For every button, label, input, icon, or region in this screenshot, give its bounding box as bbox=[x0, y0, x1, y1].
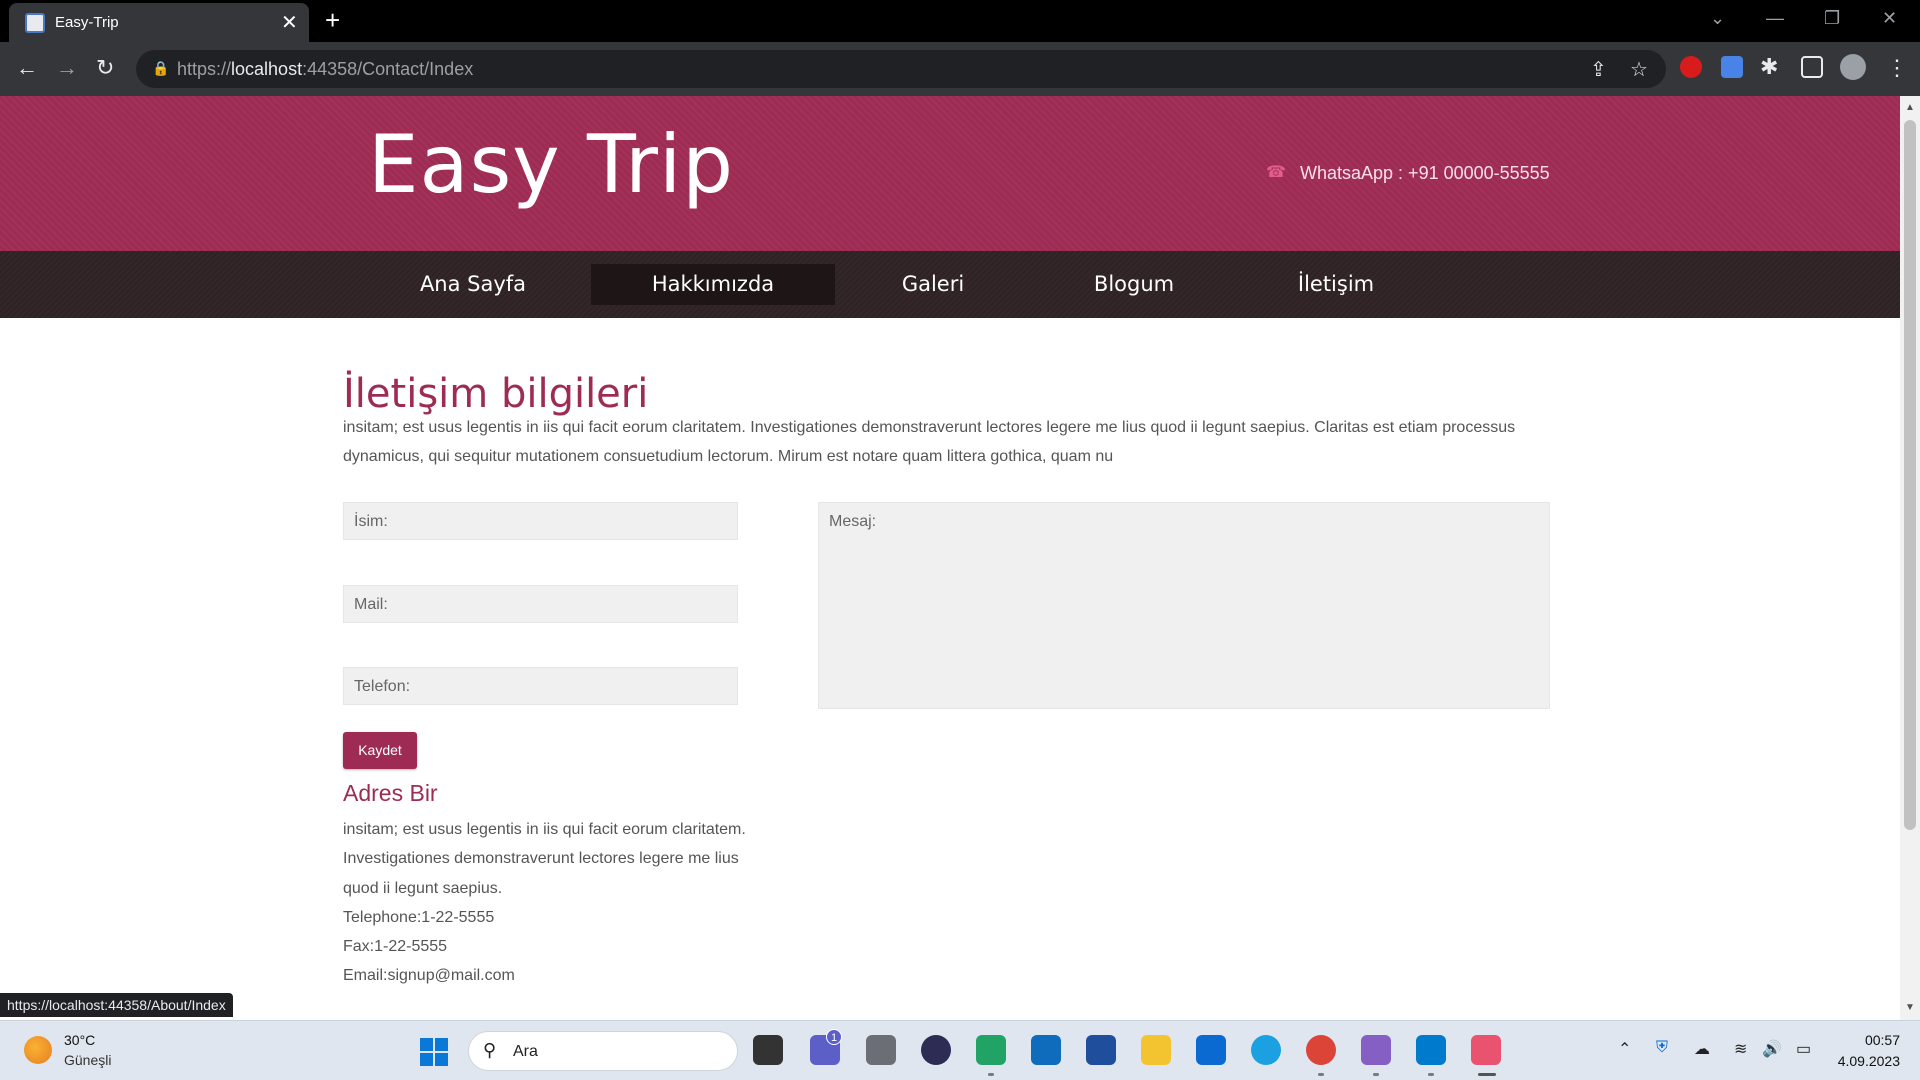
visual-studio-icon[interactable] bbox=[1361, 1035, 1391, 1065]
nav-contact[interactable]: İletişim bbox=[1290, 251, 1382, 318]
show-hidden-icons-chevron-icon[interactable]: ⌃ bbox=[1618, 1039, 1631, 1059]
search-placeholder: Ara bbox=[513, 1043, 538, 1060]
profile-avatar[interactable] bbox=[1840, 54, 1866, 80]
phone-icon: ☎ bbox=[1266, 164, 1286, 181]
browser-tab[interactable]: Easy-Trip ✕ bbox=[9, 3, 309, 42]
security-shield-icon[interactable]: ⛨ bbox=[1656, 1039, 1668, 1057]
page-viewport: Easy Trip ☎ WhatsaApp : +91 00000-55555 … bbox=[0, 96, 1900, 1020]
running-indicator bbox=[1318, 1073, 1324, 1076]
browser-toolbar: ← → ↻ 🔒 https://localhost:44358/Contact/… bbox=[0, 42, 1920, 96]
extensions-puzzle-icon[interactable]: ✱ bbox=[1760, 54, 1778, 80]
clock-date[interactable]: 4.09.2023 bbox=[1832, 1053, 1900, 1069]
snipping-tool-icon[interactable] bbox=[1471, 1035, 1501, 1065]
running-indicator bbox=[1373, 1073, 1379, 1076]
forward-icon[interactable]: → bbox=[56, 55, 78, 81]
mail-icon[interactable] bbox=[1031, 1035, 1061, 1065]
minimize-icon[interactable]: — bbox=[1766, 8, 1784, 29]
calculator-icon[interactable] bbox=[866, 1035, 896, 1065]
address-details: insitam; est usus legentis in iis qui fa… bbox=[343, 815, 763, 991]
mail-input[interactable]: Mail: bbox=[343, 585, 738, 623]
volume-icon[interactable]: 🔊 bbox=[1762, 1039, 1782, 1059]
back-icon[interactable]: ← bbox=[16, 55, 38, 81]
file-explorer-icon[interactable] bbox=[1141, 1035, 1171, 1065]
edge-icon[interactable] bbox=[1251, 1035, 1281, 1065]
wifi-icon[interactable]: ≋ bbox=[1734, 1039, 1747, 1059]
lock-icon[interactable]: 🔒 bbox=[152, 60, 169, 77]
vscode-icon[interactable] bbox=[1416, 1035, 1446, 1065]
adblock-extension-icon[interactable] bbox=[1680, 56, 1702, 78]
tab-title: Easy-Trip bbox=[55, 14, 119, 31]
name-input[interactable]: İsim: bbox=[343, 502, 738, 540]
link-status-bubble: https://localhost:44358/About/Index bbox=[0, 993, 233, 1017]
url-text: https://localhost:44358/Contact/Index bbox=[177, 59, 474, 79]
onedrive-cloud-icon[interactable]: ☁ bbox=[1694, 1039, 1710, 1059]
page-favicon-icon bbox=[25, 13, 45, 33]
contact-intro: insitam; est usus legentis in iis qui fa… bbox=[343, 419, 1516, 465]
scroll-down-icon[interactable]: ▼ bbox=[1905, 1002, 1915, 1013]
excel-like-app-icon[interactable] bbox=[976, 1035, 1006, 1065]
browser-menu-icon[interactable]: ⋮ bbox=[1886, 55, 1908, 81]
close-window-icon[interactable]: ✕ bbox=[1882, 8, 1897, 29]
weather-sun-icon[interactable] bbox=[24, 1036, 52, 1064]
running-indicator bbox=[1428, 1073, 1434, 1076]
eclipse-icon[interactable] bbox=[921, 1035, 951, 1065]
restore-icon[interactable]: ❐ bbox=[1824, 8, 1840, 29]
nav-home[interactable]: Ana Sayfa bbox=[402, 251, 544, 318]
side-panel-icon[interactable] bbox=[1801, 56, 1823, 78]
address-text: insitam; est usus legentis in iis qui fa… bbox=[343, 821, 746, 897]
clock-time[interactable]: 00:57 bbox=[1848, 1032, 1900, 1048]
l-app-icon[interactable] bbox=[1196, 1035, 1226, 1065]
telephone-line: Telephone:1-22-5555 bbox=[343, 908, 495, 926]
weather-description[interactable]: Güneşli bbox=[64, 1052, 111, 1068]
translate-extension-icon[interactable] bbox=[1721, 56, 1743, 78]
start-windows-icon[interactable] bbox=[420, 1038, 448, 1066]
chrome-icon[interactable] bbox=[1306, 1035, 1336, 1065]
site-logo[interactable]: Easy Trip bbox=[368, 118, 734, 211]
windows-taskbar: 30°C Güneşli ⚲ Ara 1 ⌃ ⛨ ☁ ≋ 🔊 ▭ 00:57 4… bbox=[0, 1020, 1920, 1080]
address-title: Adres Bir bbox=[343, 780, 438, 806]
main-navigation: Ana Sayfa Hakkımızda Galeri Blogum İleti… bbox=[0, 251, 1900, 318]
nav-about[interactable]: Hakkımızda bbox=[591, 264, 835, 305]
fax-line: Fax:1-22-5555 bbox=[343, 938, 448, 956]
battery-icon[interactable]: ▭ bbox=[1796, 1039, 1811, 1059]
save-button[interactable]: Kaydet bbox=[343, 732, 417, 769]
chat-badge: 1 bbox=[826, 1029, 842, 1045]
search-icon: ⚲ bbox=[483, 1040, 497, 1060]
store-icon[interactable] bbox=[1086, 1035, 1116, 1065]
nav-blog[interactable]: Blogum bbox=[1076, 251, 1192, 318]
address-bar[interactable]: 🔒 https://localhost:44358/Contact/Index … bbox=[136, 50, 1666, 88]
tab-search-chevron-icon[interactable]: ⌄ bbox=[1710, 8, 1725, 29]
page-scrollbar[interactable]: ▲ ▼ bbox=[1900, 96, 1920, 1020]
page-title: İletişim bilgileri bbox=[343, 370, 649, 417]
bookmark-star-icon[interactable]: ☆ bbox=[1630, 57, 1648, 82]
active-indicator bbox=[1478, 1073, 1496, 1076]
browser-tab-strip: Easy-Trip ✕ + ⌄ — ❐ ✕ bbox=[0, 0, 1920, 42]
email-line: Email:signup@mail.com bbox=[343, 967, 515, 985]
reload-icon[interactable]: ↻ bbox=[96, 55, 114, 81]
message-textarea[interactable]: Mesaj: bbox=[818, 502, 1550, 709]
taskbar-search[interactable]: ⚲ Ara bbox=[468, 1031, 738, 1071]
share-icon[interactable]: ⇪ bbox=[1590, 57, 1607, 82]
close-tab-icon[interactable]: ✕ bbox=[281, 10, 298, 35]
new-tab-icon[interactable]: + bbox=[325, 5, 340, 36]
whatsapp-contact: WhatsaApp : +91 00000-55555 bbox=[1300, 163, 1550, 183]
scroll-up-icon[interactable]: ▲ bbox=[1905, 102, 1915, 113]
scroll-thumb[interactable] bbox=[1904, 120, 1916, 830]
phone-input[interactable]: Telefon: bbox=[343, 667, 738, 705]
weather-temperature[interactable]: 30°C bbox=[64, 1032, 95, 1048]
nav-gallery[interactable]: Galeri bbox=[880, 251, 986, 318]
site-header: Easy Trip ☎ WhatsaApp : +91 00000-55555 bbox=[0, 96, 1900, 251]
task-view-icon[interactable] bbox=[753, 1035, 783, 1065]
running-indicator bbox=[988, 1073, 994, 1076]
